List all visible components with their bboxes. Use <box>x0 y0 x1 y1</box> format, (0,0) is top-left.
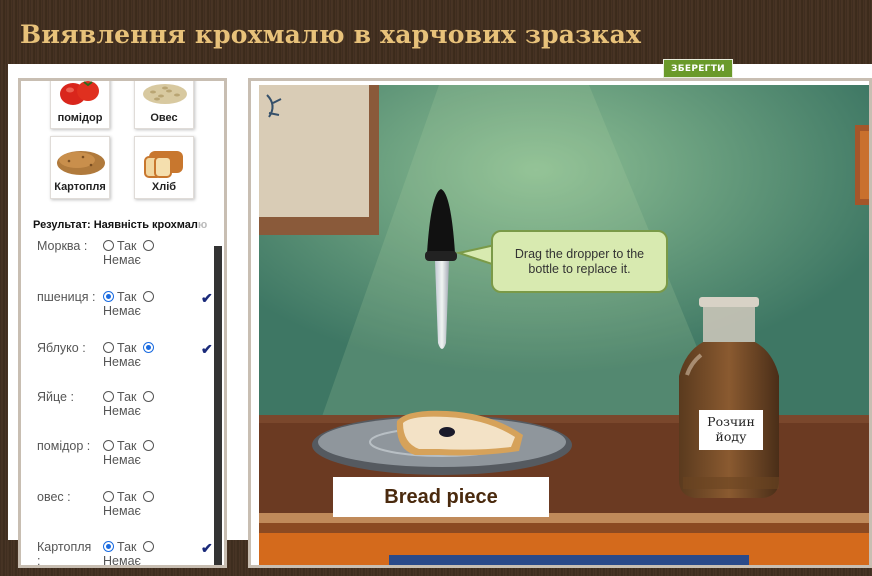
row-options: Так Немає <box>103 439 183 467</box>
row-label: Яйце : <box>37 390 74 404</box>
food-label: Овес <box>150 112 178 124</box>
result-row-potato: Картопля : Так Немає ✔ <box>37 540 224 568</box>
result-row-wheat: пшениця : Так Немає ✔ <box>37 290 224 330</box>
lab-scene: Drag the dropper to the bottle to replac… <box>248 78 872 568</box>
plate-label: Bread piece <box>333 477 549 517</box>
row-label: Картопля : <box>37 540 92 568</box>
row-label: пшениця : <box>37 290 96 304</box>
potato-icon <box>51 137 109 181</box>
result-row-egg: Яйце : Так Немає <box>37 390 224 430</box>
food-card-oats[interactable]: Овес <box>134 81 194 129</box>
food-label: Картопля <box>54 181 106 193</box>
result-row-apple: Яблуко : Так Немає ✔ <box>37 341 224 381</box>
row-options: Так Немає <box>103 390 183 418</box>
no-radio[interactable] <box>142 342 154 353</box>
no-radio[interactable] <box>142 541 154 552</box>
row-options: Так Немає <box>103 341 183 369</box>
no-radio[interactable] <box>142 391 154 402</box>
food-label: помідор <box>57 112 103 124</box>
result-heading: Результат: Наявність крохмалю <box>33 219 208 231</box>
row-options: Так Немає <box>103 490 183 518</box>
wall-picture-frame <box>259 85 379 235</box>
row-options: Так Немає <box>103 540 183 565</box>
row-label: Яблуко : <box>37 341 86 355</box>
yes-radio[interactable] <box>103 391 114 402</box>
left-panel: помідор Овес Картопля Хліб Результат: На… <box>18 78 227 568</box>
check-icon: ✔ <box>201 341 213 357</box>
food-card-potato[interactable]: Картопля <box>50 136 110 199</box>
scene-canvas: Drag the dropper to the bottle to replac… <box>259 85 869 565</box>
yes-radio[interactable] <box>103 291 114 302</box>
food-card-bread[interactable]: Хліб <box>134 136 194 199</box>
row-label: Морква : <box>37 239 88 253</box>
row-label: овес : <box>37 490 71 504</box>
no-radio[interactable] <box>142 291 154 302</box>
tomato-icon <box>51 81 109 112</box>
no-radio[interactable] <box>142 440 154 451</box>
row-options: Так Немає <box>103 290 183 318</box>
check-icon: ✔ <box>201 540 213 556</box>
title-bar: Виявлення крохмалю в харчових зразках <box>0 0 872 64</box>
bread-icon <box>135 137 193 181</box>
save-button[interactable]: ЗБЕРЕГТИ <box>663 59 733 78</box>
yes-radio[interactable] <box>103 541 114 552</box>
no-radio[interactable] <box>142 491 154 502</box>
result-row-tomato: помідор : Так Немає <box>37 439 224 479</box>
result-row-oats: овес : Так Немає <box>37 490 224 530</box>
food-label: Хліб <box>151 181 177 193</box>
oats-icon <box>135 81 193 112</box>
yes-radio[interactable] <box>103 440 114 451</box>
yes-radio[interactable] <box>103 342 114 353</box>
row-label: помідор : <box>37 439 91 453</box>
bottle-label: Розчин йоду <box>699 410 763 450</box>
yes-radio[interactable] <box>103 240 114 251</box>
no-radio[interactable] <box>142 240 154 251</box>
food-card-tomato[interactable]: помідор <box>50 81 110 129</box>
row-options: Так Немає <box>103 239 183 267</box>
instruction-tooltip: Drag the dropper to the bottle to replac… <box>491 230 668 293</box>
scrollbar[interactable] <box>214 246 222 565</box>
result-row-carrot: Морква : Так Немає <box>37 239 224 279</box>
page-title: Виявлення крохмалю в харчових зразках <box>20 20 642 49</box>
check-icon: ✔ <box>201 290 213 306</box>
yes-radio[interactable] <box>103 491 114 502</box>
